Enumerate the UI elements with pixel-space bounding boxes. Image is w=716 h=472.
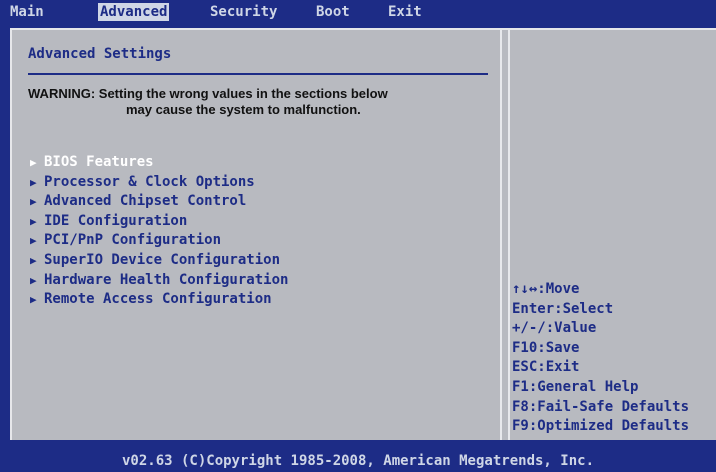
menu-item-label: Remote Access Configuration [44,291,272,308]
tab-advanced[interactable]: Advanced [98,3,170,21]
arrow-right-icon: ▶ [30,214,37,228]
menu-item-label: Processor & Clock Options [44,173,255,190]
menu-item-remote-access[interactable]: ▶ Remote Access Configuration [30,290,288,310]
arrow-right-icon: ▶ [30,156,37,169]
menu-item-label: Hardware Health Configuration [44,271,289,288]
title-underline [28,73,488,75]
tab-exit[interactable]: Exit [386,3,424,21]
menu-bar: Main Advanced Security Boot Exit [0,0,716,24]
help-general: F1:General Help [512,378,639,395]
menu-item-label: BIOS Features [44,154,154,170]
arrow-right-icon: ▶ [30,253,37,267]
help-exit: ESC:Exit [512,359,580,376]
help-optimized: F9:Optimized Defaults [512,418,690,435]
menu-item-bios-features[interactable]: ▶ BIOS Features [30,153,288,173]
arrow-right-icon: ▶ [30,195,37,209]
menu-item-superio-config[interactable]: ▶ SuperIO Device Configuration [30,251,288,271]
tab-boot[interactable]: Boot [314,3,352,21]
page-title: Advanced Settings [28,46,172,62]
menu-item-ide-config[interactable]: ▶ IDE Configuration [30,212,288,232]
tab-main[interactable]: Main [8,3,46,21]
arrow-right-icon: ▶ [30,175,37,189]
help-select: Enter:Select [512,300,614,317]
tab-security[interactable]: Security [208,3,279,21]
advanced-menu-list: ▶ BIOS Features ▶ Processor & Clock Option… [30,153,288,310]
help-move: ↑↓↔:Move [512,281,580,297]
menu-item-processor-clock[interactable]: ▶ Processor & Clock Options [30,173,288,193]
arrow-right-icon: ▶ [30,234,37,248]
warning-text: WARNING: Setting the wrong values in the… [28,86,488,118]
panel-divider [500,30,502,440]
copyright-footer: v02.63 (C)Copyright 1985-2008, American … [0,450,716,472]
settings-panel: Advanced Settings WARNING: Setting the w… [10,28,716,440]
menu-item-label: IDE Configuration [44,212,188,229]
help-failsafe: F8:Fail-Safe Defaults [512,398,690,415]
menu-item-pcipnp-config[interactable]: ▶ PCI/PnP Configuration [30,231,288,251]
warning-line-1: WARNING: Setting the wrong values in the… [28,86,388,101]
arrow-right-icon: ▶ [30,293,37,307]
help-save: F10:Save [512,339,580,356]
key-help-list: ↑↓↔:Move Enter:Select +/-/:Value F10:Sav… [512,280,689,437]
menu-item-hardware-health[interactable]: ▶ Hardware Health Configuration [30,271,288,291]
help-value: +/-/:Value [512,320,597,337]
panel-divider-inner [508,30,510,440]
menu-item-label: PCI/PnP Configuration [44,232,222,249]
menu-item-label: Advanced Chipset Control [44,193,247,210]
menu-item-chipset-control[interactable]: ▶ Advanced Chipset Control [30,192,288,212]
menu-item-label: SuperIO Device Configuration [44,251,281,268]
warning-line-2: may cause the system to malfunction. [126,102,361,117]
arrow-right-icon: ▶ [30,273,37,287]
